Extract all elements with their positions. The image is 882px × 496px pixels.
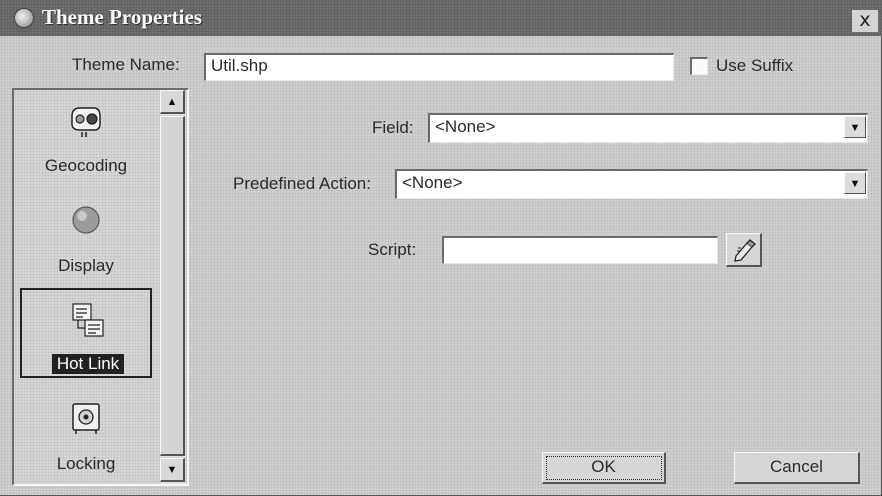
scroll-down-button[interactable]: ▼ [160,458,185,482]
locking-icon [72,403,100,434]
field-select[interactable]: <None> [428,113,868,143]
app-globe-icon [14,8,34,28]
predefined-action-label: Predefined Action: [233,174,371,193]
ok-button[interactable]: OK [542,452,666,484]
script-pencil-icon [734,239,756,262]
title-bar: Theme Properties x [0,0,882,36]
sidebar-item-label: Display [58,256,114,275]
scroll-thumb[interactable] [160,116,185,456]
display-icon [72,206,100,234]
cancel-button[interactable]: Cancel [734,452,860,484]
sidebar-item-label: Locking [56,454,116,473]
geocoding-icon [71,107,101,137]
theme-name-label: Theme Name: [72,55,180,74]
script-browse-button[interactable] [726,233,762,267]
sidebar-scrollbar[interactable]: ▲ ▼ [160,90,185,484]
sidebar-item-geocoding[interactable]: Geocoding [20,90,152,182]
window-title: Theme Properties [42,5,202,29]
hot-link-icon [72,303,104,337]
sidebar-item-locking[interactable]: Locking [20,388,152,480]
field-select-value: <None> [435,117,496,136]
dropdown-arrow-icon[interactable] [844,172,866,194]
predefined-action-select[interactable]: <None> [395,169,868,199]
dropdown-arrow-icon[interactable] [844,116,866,138]
field-label: Field: [372,118,414,137]
category-list: Geocoding Display Hot Link Locking ▲ ▼ [12,88,189,486]
arrow-down-icon: ▼ [166,464,178,476]
sidebar-item-hot-link[interactable]: Hot Link [20,288,152,378]
predefined-action-value: <None> [402,173,463,192]
close-button[interactable]: x [852,10,878,32]
sidebar-item-display[interactable]: Display [20,190,152,282]
theme-properties-dialog: Theme Properties x Theme Name: Util.shp … [0,0,882,496]
sidebar-item-label: Hot Link [52,354,124,374]
use-suffix-label: Use Suffix [716,56,794,75]
scroll-up-button[interactable]: ▲ [160,90,185,114]
sidebar-item-label: Geocoding [44,156,128,175]
arrow-up-icon: ▲ [166,96,178,108]
use-suffix-checkbox[interactable] [690,57,708,75]
script-label: Script: [368,240,417,259]
theme-name-input[interactable]: Util.shp [204,53,674,81]
script-input[interactable] [442,236,718,264]
